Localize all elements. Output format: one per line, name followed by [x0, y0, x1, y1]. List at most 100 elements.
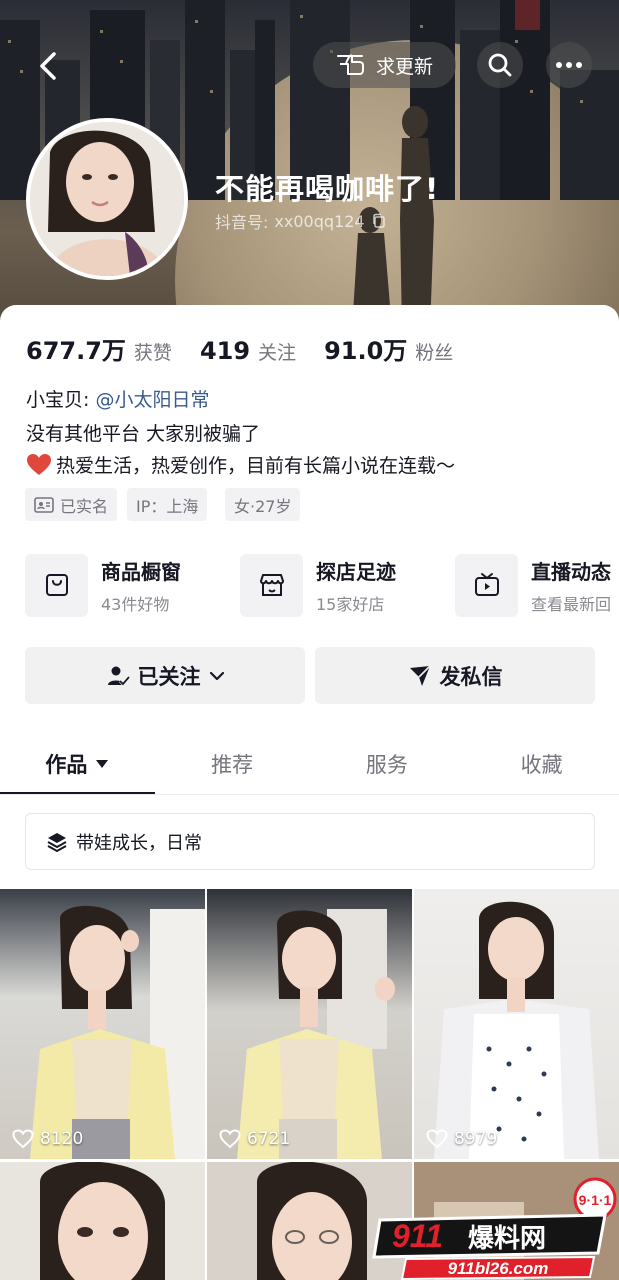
followed-label: 已关注	[137, 664, 201, 689]
nickname: 不能再喝咖啡了!	[215, 172, 440, 206]
following-count[interactable]: 419	[200, 337, 250, 365]
collection-card[interactable]: 带娃成长，日常	[25, 813, 595, 870]
service-store-visits-text: 探店足迹 15家好店	[316, 556, 396, 615]
service-store-visits-icon-box	[240, 553, 303, 617]
id-card-icon	[34, 496, 54, 513]
video-thumbnail-image	[30, 905, 205, 1159]
bio-line-3-text: 热爱生活，热爱创作，目前有长篇小说在连载～	[56, 455, 456, 477]
search-button[interactable]	[477, 42, 523, 88]
chevron-down-icon	[209, 671, 224, 680]
douyin-id-value: xx00qq124	[274, 211, 365, 231]
video-likes-count: 8120	[40, 1129, 84, 1149]
video-thumbnail[interactable]	[0, 1162, 205, 1280]
message-label: 发私信	[439, 664, 503, 689]
video-thumbnail[interactable]: 6721	[207, 889, 412, 1159]
tab-services-label: 服务	[365, 753, 408, 777]
tab-divider	[0, 794, 619, 795]
video-likes: 8120	[12, 1129, 83, 1149]
douyin-id-label: 抖音号:	[215, 213, 269, 232]
video-likes: 6721	[219, 1129, 290, 1149]
collection-label: 带娃成长，日常	[76, 832, 202, 854]
tag-gender-age: 女·27岁	[225, 488, 301, 521]
chevron-left-icon	[40, 52, 56, 80]
service-showcase-text: 商品橱窗 43件好物	[101, 556, 181, 615]
copy-icon[interactable]	[371, 213, 387, 229]
video-likes-count: 6721	[247, 1129, 291, 1149]
bio-line-2: 没有其他平台 大家别被骗了	[26, 423, 261, 445]
heart-outline-icon	[426, 1129, 448, 1149]
heart-icon	[27, 453, 51, 475]
service-live-title: 直播动态	[531, 559, 611, 584]
watermark-badge: 9·1·1	[579, 1192, 612, 1208]
heart-outline-icon	[12, 1129, 34, 1149]
video-thumbnail-image	[237, 909, 395, 1159]
service-showcase-title: 商品橱窗	[101, 559, 181, 584]
followers-count[interactable]: 91.0万	[324, 331, 407, 366]
service-store-visits[interactable]: 探店足迹 15家好店	[240, 553, 396, 617]
watermark-brand-text: 爆料网	[468, 1224, 546, 1254]
layers-icon	[47, 832, 67, 852]
avatar[interactable]	[26, 118, 188, 280]
service-live-icon-box	[455, 553, 518, 617]
bio-line-3: 热爱生活，热爱创作，目前有长篇小说在连载～	[26, 451, 455, 478]
video-thumbnail-image	[434, 901, 599, 1159]
send-icon	[409, 664, 431, 686]
request-update-button[interactable]: 求更新	[313, 42, 456, 88]
tab-recommend[interactable]: 推荐	[155, 733, 310, 795]
profile-header: 求更新 不能再喝咖啡了! 抖音号: xx00qq124	[0, 0, 619, 330]
service-store-visits-title: 探店足迹	[316, 559, 396, 584]
followers-label: 粉丝	[415, 342, 454, 364]
avatar-photo	[30, 122, 184, 276]
watermark-brand-num: 911	[392, 1218, 443, 1254]
search-icon	[488, 53, 512, 77]
tab-works-label: 作品	[45, 753, 88, 777]
tv-icon	[474, 573, 499, 596]
service-live-subtitle: 查看最新回	[531, 594, 612, 614]
back-button[interactable]	[34, 48, 66, 84]
service-live-text: 直播动态 查看最新回	[531, 556, 611, 615]
tag-ip-label: IP：上海	[136, 496, 199, 516]
stats-row: 677.7万 获赞 419 关注 91.0万 粉丝	[26, 331, 481, 366]
bio-prefix: 小宝贝:	[26, 389, 90, 411]
bio-line-1: 小宝贝: @小太阳日常	[26, 385, 209, 412]
video-thumbnail[interactable]: 8979	[414, 889, 619, 1159]
video-likes: 8979	[426, 1129, 497, 1149]
video-thumbnail-image	[40, 1162, 165, 1280]
tag-verified-label: 已实名	[60, 496, 109, 516]
tab-recommend-label: 推荐	[211, 753, 254, 777]
caret-down-icon	[96, 760, 109, 768]
video-thumbnail[interactable]: 8120	[0, 889, 205, 1159]
bio-mention-link[interactable]: @小太阳日常	[95, 389, 209, 411]
video-likes-count: 8979	[454, 1129, 498, 1149]
likes-count[interactable]: 677.7万	[26, 331, 126, 366]
watermark-logo: 9·1·1 911 爆料网 911bl26.com	[370, 1175, 619, 1280]
more-button[interactable]	[546, 42, 592, 88]
content-tabs: 作品 推荐 服务 收藏	[0, 733, 619, 795]
douyin-id-row: 抖音号: xx00qq124	[215, 209, 387, 233]
user-check-icon	[107, 666, 130, 686]
service-showcase[interactable]: 商品橱窗 43件好物	[25, 553, 181, 617]
followed-button[interactable]: 已关注	[25, 647, 305, 704]
tag-ip: IP：上海	[127, 488, 208, 521]
watermark-url: 911bl26.com	[448, 1259, 549, 1278]
shopping-bag-icon	[45, 574, 68, 596]
tab-works[interactable]: 作品	[0, 733, 155, 795]
service-showcase-subtitle: 43件好物	[101, 594, 170, 614]
likes-label: 获赞	[133, 342, 172, 364]
service-showcase-icon-box	[25, 553, 88, 617]
following-label: 关注	[258, 342, 297, 364]
tab-services[interactable]: 服务	[310, 733, 465, 795]
more-dots-icon	[556, 62, 582, 68]
tab-favorites-label: 收藏	[520, 753, 563, 777]
tab-favorites[interactable]: 收藏	[464, 733, 619, 795]
request-update-label: 求更新	[375, 55, 433, 78]
poke-hand-icon	[336, 54, 364, 75]
watermark-logo-image: 9·1·1 911 爆料网 911bl26.com	[372, 1177, 617, 1280]
tag-verified: 已实名	[25, 488, 118, 521]
tag-gender-age-label: 女·27岁	[234, 496, 292, 516]
heart-outline-icon	[219, 1129, 241, 1149]
service-live[interactable]: 直播动态 查看最新回	[455, 553, 611, 617]
service-store-visits-subtitle: 15家好店	[316, 594, 385, 614]
storefront-icon	[259, 574, 284, 596]
message-button[interactable]: 发私信	[315, 647, 595, 704]
